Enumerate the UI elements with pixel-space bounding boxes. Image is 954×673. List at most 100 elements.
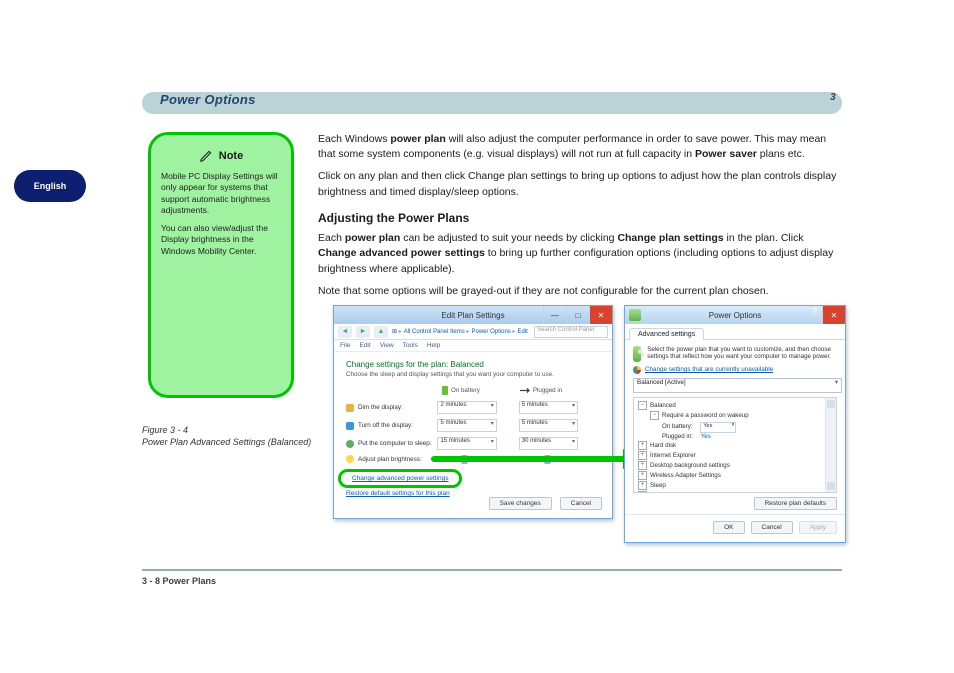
breadcrumb[interactable]: ⊞ All Control Panel Items Power Options … <box>392 328 530 335</box>
po-description-row: Select the power plan that you want to c… <box>625 340 845 366</box>
po-footer: OK Cancel Apply <box>625 514 845 542</box>
dim-battery-dropdown[interactable]: 2 minutes <box>437 401 496 414</box>
up-button[interactable]: ▲ <box>374 326 388 338</box>
eps-footer: Save changes Cancel <box>489 497 602 510</box>
dim-plugged-dropdown[interactable]: 5 minutes <box>519 401 578 414</box>
minimize-button[interactable]: — <box>543 306 566 324</box>
row-sleep: Put the computer to sleep: 15 minutes 30… <box>346 437 600 450</box>
sidebar-note: Note Mobile PC Display Settings will onl… <box>148 132 294 398</box>
menu-edit[interactable]: Edit <box>359 342 370 349</box>
display-battery-dropdown[interactable]: 5 minutes <box>437 419 496 432</box>
eps-links: Change advanced power settings Restore d… <box>346 473 600 497</box>
menu-help[interactable]: Help <box>427 342 440 349</box>
screenshot-edit-plan-settings: Edit Plan Settings — □ ✕ ◄ ► ▲ ⊞ All Con… <box>333 305 613 519</box>
note-title-row: Note <box>161 149 281 163</box>
settings-tree: −Balanced −Require a password on wakeup … <box>633 397 837 493</box>
menu-tools[interactable]: Tools <box>403 342 418 349</box>
forward-button[interactable]: ► <box>356 326 370 338</box>
screenshot-power-options: Power Options ? ✕ Advanced settings Sele… <box>624 305 846 543</box>
tree-scrollbar[interactable] <box>825 398 836 492</box>
eps-nav-bar: ◄ ► ▲ ⊞ All Control Panel Items Power Op… <box>334 324 612 340</box>
plan-dropdown[interactable]: Balanced [Active] <box>633 378 842 393</box>
language-pill-label: English <box>34 181 67 191</box>
eps-body: Change settings for the plan: Balanced C… <box>334 352 612 505</box>
tree-desktop-bg[interactable]: Desktop background settings <box>650 462 730 469</box>
expand-icon[interactable]: + <box>638 481 647 490</box>
note-p1: Mobile PC Display Settings will only app… <box>161 171 281 217</box>
crumb-root[interactable]: ⊞ <box>392 328 402 335</box>
expand-icon[interactable]: − <box>638 401 647 410</box>
po-body: Advanced settings Select the power plan … <box>625 324 845 542</box>
password-battery-dropdown[interactable]: Yes <box>700 422 736 433</box>
cancel-button[interactable]: Cancel <box>560 497 602 510</box>
section-header-page: 3 <box>830 92 836 103</box>
po-title-bar: Power Options ? ✕ <box>625 306 845 324</box>
col-plugged-in: Plugged in <box>520 386 562 395</box>
note-title: Note <box>219 150 243 162</box>
link-advanced-settings[interactable]: Change advanced power settings <box>346 473 454 484</box>
plug-icon <box>520 388 530 394</box>
back-button[interactable]: ◄ <box>338 326 352 338</box>
expand-icon[interactable]: + <box>638 461 647 470</box>
ok-button[interactable]: OK <box>713 521 744 534</box>
password-plugged-value[interactable]: Yes <box>701 433 711 440</box>
crumb-1[interactable]: All Control Panel Items <box>404 328 470 335</box>
expand-icon[interactable]: + <box>638 491 647 493</box>
help-icon[interactable]: ? <box>811 307 817 318</box>
apply-button[interactable]: Apply <box>799 521 837 534</box>
tree-wireless[interactable]: Wireless Adapter Settings <box>650 472 721 479</box>
menu-view[interactable]: View <box>380 342 394 349</box>
note-body: Mobile PC Display Settings will only app… <box>161 171 281 257</box>
battery-icon <box>442 386 448 395</box>
expand-icon[interactable]: − <box>650 411 659 420</box>
eps-title: Edit Plan Settings <box>441 311 504 320</box>
subsection-title: Adjusting the Power Plans <box>318 210 842 227</box>
po-close-button[interactable]: ✕ <box>822 306 845 324</box>
para-3: Each power plan can be adjusted to suit … <box>318 231 842 277</box>
power-options-icon <box>629 309 641 321</box>
plan-select-row: Balanced [Active] <box>633 378 837 393</box>
tree-ie[interactable]: Internet Explorer <box>650 452 696 459</box>
sleep-icon <box>346 440 354 448</box>
pencil-icon <box>199 149 213 163</box>
tree-hard-disk[interactable]: Hard disk <box>650 442 676 449</box>
row-turn-off-display: Turn off the display: 5 minutes 5 minute… <box>346 419 600 432</box>
section-header-title: Power Options <box>160 92 256 107</box>
para-note: Note that some options will be grayed-ou… <box>318 284 842 299</box>
tab-advanced-settings[interactable]: Advanced settings <box>629 328 704 340</box>
crumb-3[interactable]: Edit Plan Settings <box>517 329 530 335</box>
tree-balanced[interactable]: Balanced <box>650 402 676 409</box>
brightness-icon <box>346 455 354 463</box>
tree-password[interactable]: Require a password on wakeup <box>662 412 749 419</box>
po-title: Power Options <box>709 311 761 320</box>
eps-title-bar: Edit Plan Settings — □ ✕ <box>334 306 612 324</box>
expand-icon[interactable]: + <box>638 451 647 460</box>
expand-icon[interactable]: + <box>638 441 647 450</box>
menu-bar: File Edit View Tools Help <box>334 340 612 352</box>
restore-defaults-button[interactable]: Restore plan defaults <box>754 497 837 510</box>
link-restore-defaults[interactable]: Restore default settings for this plan <box>346 490 450 497</box>
search-input[interactable]: Search Control Panel <box>534 326 608 338</box>
po-restore-row: Restore plan defaults <box>633 497 837 510</box>
sleep-battery-dropdown[interactable]: 15 minutes <box>437 437 496 450</box>
close-button[interactable]: ✕ <box>589 306 612 324</box>
po-cancel-button[interactable]: Cancel <box>751 521 793 534</box>
display-icon <box>346 422 354 430</box>
tree-sleep[interactable]: Sleep <box>650 482 666 489</box>
display-plugged-dropdown[interactable]: 5 minutes <box>519 419 578 432</box>
col-on-battery: On battery <box>442 386 480 395</box>
language-pill: English <box>14 170 86 202</box>
sleep-plugged-dropdown[interactable]: 30 minutes <box>519 437 578 450</box>
maximize-button[interactable]: □ <box>566 306 589 324</box>
expand-icon[interactable]: + <box>638 471 647 480</box>
menu-file[interactable]: File <box>340 342 350 349</box>
po-change-settings-link-row: Change settings that are currently unava… <box>625 366 845 378</box>
plant-icon <box>633 346 641 362</box>
change-unavailable-link[interactable]: Change settings that are currently unava… <box>645 366 773 373</box>
figure-label: Figure 3 - 4 Power Plan Advanced Setting… <box>142 425 322 448</box>
tree-usb[interactable]: USB settings <box>650 492 686 493</box>
note-p2: You can also view/adjust the Display bri… <box>161 223 281 257</box>
save-changes-button[interactable]: Save changes <box>489 497 552 510</box>
crumb-2[interactable]: Power Options <box>471 328 515 335</box>
column-headers: On battery Plugged in <box>442 386 600 395</box>
